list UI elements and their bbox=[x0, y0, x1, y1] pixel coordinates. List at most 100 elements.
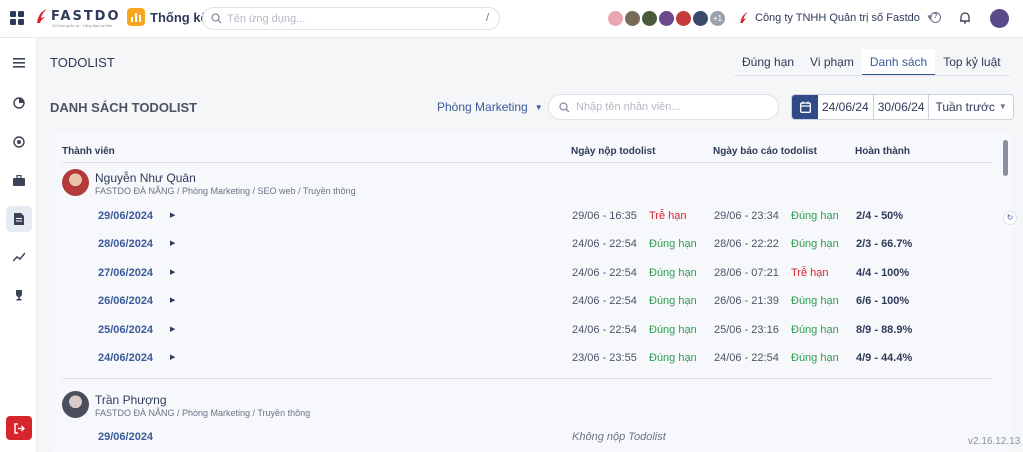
table-header: Thành viên Ngày nộp todolist Ngày báo cá… bbox=[62, 144, 992, 163]
logout-icon bbox=[13, 422, 25, 434]
app-search-input[interactable] bbox=[227, 12, 477, 25]
row-date[interactable]: 28/06/2024 bbox=[98, 238, 153, 250]
todolist-table: Thành viên Ngày nộp todolist Ngày báo cá… bbox=[50, 132, 1012, 452]
report-status: Đúng hạn bbox=[791, 238, 839, 250]
tab-vi-pham[interactable]: Vi phạm bbox=[802, 49, 862, 76]
page-title: TODOLIST bbox=[50, 55, 115, 70]
date-from[interactable]: 24/06/24 bbox=[818, 95, 874, 119]
period-dropdown[interactable]: Tuần trước ▼ bbox=[929, 95, 1012, 119]
statistics-icon bbox=[127, 8, 145, 26]
chevron-down-icon: ▼ bbox=[998, 102, 1007, 111]
submit-time: 23/06 - 23:55 bbox=[572, 352, 637, 364]
period-label: Tuần trước bbox=[935, 100, 995, 114]
report-status: Đúng hạn bbox=[791, 324, 839, 336]
company-name: Công ty TNHH Quản trị số Fastdo bbox=[755, 11, 920, 24]
row-date[interactable]: 24/06/2024 bbox=[98, 352, 153, 364]
submit-status: Đúng hạn bbox=[649, 352, 697, 364]
report-status: Trễ hạn bbox=[791, 267, 829, 279]
completion: 6/6 - 100% bbox=[856, 295, 910, 307]
fastdo-logo[interactable]: FASTDO bbox=[34, 8, 121, 24]
search-icon bbox=[211, 13, 222, 24]
scrollbar[interactable] bbox=[1003, 140, 1008, 176]
tab-top-ky-luat[interactable]: Top kỷ luật bbox=[935, 49, 1008, 76]
member-path: FASTDO ĐÀ NẴNG / Phòng Marketing / Truyề… bbox=[95, 408, 311, 418]
chevron-right-icon[interactable]: ▶ bbox=[170, 325, 175, 333]
no-submission-note: Không nộp Todolist bbox=[572, 431, 666, 443]
avatar bbox=[62, 391, 89, 418]
chevron-right-icon[interactable]: ▶ bbox=[170, 239, 175, 247]
calendar-button[interactable] bbox=[792, 95, 818, 119]
target-icon[interactable] bbox=[6, 129, 32, 155]
table-row[interactable]: 28/06/2024 ▶ 24/06 - 22:54 Đúng hạn 28/06 … bbox=[50, 231, 1012, 259]
submit-status: Đúng hạn bbox=[649, 238, 697, 250]
employee-search-input[interactable] bbox=[576, 101, 766, 113]
completion: 4/4 - 100% bbox=[856, 267, 910, 279]
table-row[interactable]: 29/06/2024 Không nộp Todolist bbox=[50, 424, 1012, 452]
online-users[interactable]: +1 bbox=[606, 9, 727, 28]
company-logo-icon bbox=[740, 12, 749, 23]
report-time: 24/06 - 22:54 bbox=[714, 352, 779, 364]
avatar bbox=[62, 169, 89, 196]
company-selector[interactable]: Công ty TNHH Quản trị số Fastdo ▼ bbox=[738, 11, 934, 24]
briefcase-icon[interactable] bbox=[6, 167, 32, 193]
top-bar: FASTDO Số hóa quản trị · Lãng đạo tài ti… bbox=[0, 0, 1023, 38]
menu-icon[interactable] bbox=[6, 50, 32, 76]
sidebar bbox=[0, 38, 37, 452]
document-icon[interactable] bbox=[6, 206, 32, 232]
submit-time: 24/06 - 22:54 bbox=[572, 324, 637, 336]
submit-status: Đúng hạn bbox=[649, 324, 697, 336]
report-status: Đúng hạn bbox=[791, 352, 839, 364]
apps-grid-icon[interactable] bbox=[10, 11, 24, 25]
chevron-right-icon[interactable]: ▶ bbox=[170, 296, 175, 304]
chevron-right-icon[interactable]: ▶ bbox=[170, 268, 175, 276]
fastdo-logo-icon bbox=[37, 9, 47, 23]
member-name: Trần Phượng bbox=[95, 393, 167, 407]
calendar-icon bbox=[799, 101, 811, 113]
row-date[interactable]: 25/06/2024 bbox=[98, 324, 153, 336]
report-status: Đúng hạn bbox=[791, 210, 839, 222]
date-range-picker: 24/06/24 30/06/24 Tuần trước ▼ bbox=[791, 94, 1014, 120]
table-row[interactable]: 26/06/2024 ▶ 24/06 - 22:54 Đúng hạn 26/06 … bbox=[50, 288, 1012, 316]
app-search-box: / bbox=[202, 7, 500, 30]
row-date[interactable]: 29/06/2024 bbox=[98, 210, 153, 222]
logout-button[interactable] bbox=[6, 416, 32, 440]
trend-chart-icon[interactable] bbox=[6, 244, 32, 270]
help-icon[interactable]: ? bbox=[930, 12, 941, 23]
submit-time: 29/06 - 16:35 bbox=[572, 210, 637, 222]
table-row[interactable]: 25/06/2024 ▶ 24/06 - 22:54 Đúng hạn 25/06 … bbox=[50, 317, 1012, 345]
table-row[interactable]: 29/06/2024 ▶ 29/06 - 16:35 Trễ hạn 29/06 -… bbox=[50, 203, 1012, 231]
row-date[interactable]: 29/06/2024 bbox=[98, 431, 153, 443]
search-shortcut-hint: / bbox=[485, 12, 489, 24]
tab-underline bbox=[734, 75, 1010, 76]
search-icon bbox=[559, 101, 570, 112]
tab-dung-han[interactable]: Đúng hạn bbox=[734, 49, 802, 76]
date-to[interactable]: 30/06/24 bbox=[874, 95, 930, 119]
chevron-right-icon[interactable]: ▶ bbox=[170, 353, 175, 361]
app-version: v2.16.12.13 bbox=[968, 436, 1021, 447]
bell-icon[interactable] bbox=[959, 11, 971, 24]
report-status: Đúng hạn bbox=[791, 295, 839, 307]
chevron-right-icon[interactable]: ▶ bbox=[170, 211, 175, 219]
completion: 8/9 - 88.9% bbox=[856, 324, 913, 336]
submit-status: Đúng hạn bbox=[649, 295, 697, 307]
logo-tagline: Số hóa quản trị · Lãng đạo tài tiến bbox=[52, 23, 113, 28]
tab-danh-sach[interactable]: Danh sách bbox=[861, 49, 936, 76]
more-users-badge[interactable]: +1 bbox=[708, 9, 727, 28]
view-tabs: Đúng hạn Vi phạm Danh sách Top kỷ luật bbox=[734, 49, 1009, 76]
current-user-avatar[interactable] bbox=[990, 9, 1009, 28]
module-label: Thống kê bbox=[150, 9, 208, 25]
member-divider bbox=[62, 378, 992, 379]
trophy-icon[interactable] bbox=[6, 282, 32, 308]
report-time: 28/06 - 07:21 bbox=[714, 267, 779, 279]
header-complete: Hoàn thành bbox=[855, 146, 910, 157]
row-date[interactable]: 27/06/2024 bbox=[98, 267, 153, 279]
table-row[interactable]: 24/06/2024 ▶ 23/06 - 23:55 Đúng hạn 24/06 … bbox=[50, 345, 1012, 373]
department-dropdown[interactable]: Phòng Marketing ▼ bbox=[437, 100, 543, 114]
module-selector[interactable]: Thống kê bbox=[127, 8, 208, 26]
row-date[interactable]: 26/06/2024 bbox=[98, 295, 153, 307]
sync-icon[interactable]: ↻ bbox=[1003, 211, 1017, 225]
table-row[interactable]: 27/06/2024 ▶ 24/06 - 22:54 Đúng hạn 28/06 … bbox=[50, 260, 1012, 288]
dashboard-icon[interactable] bbox=[6, 90, 32, 116]
report-time: 26/06 - 21:39 bbox=[714, 295, 779, 307]
report-time: 29/06 - 23:34 bbox=[714, 210, 779, 222]
